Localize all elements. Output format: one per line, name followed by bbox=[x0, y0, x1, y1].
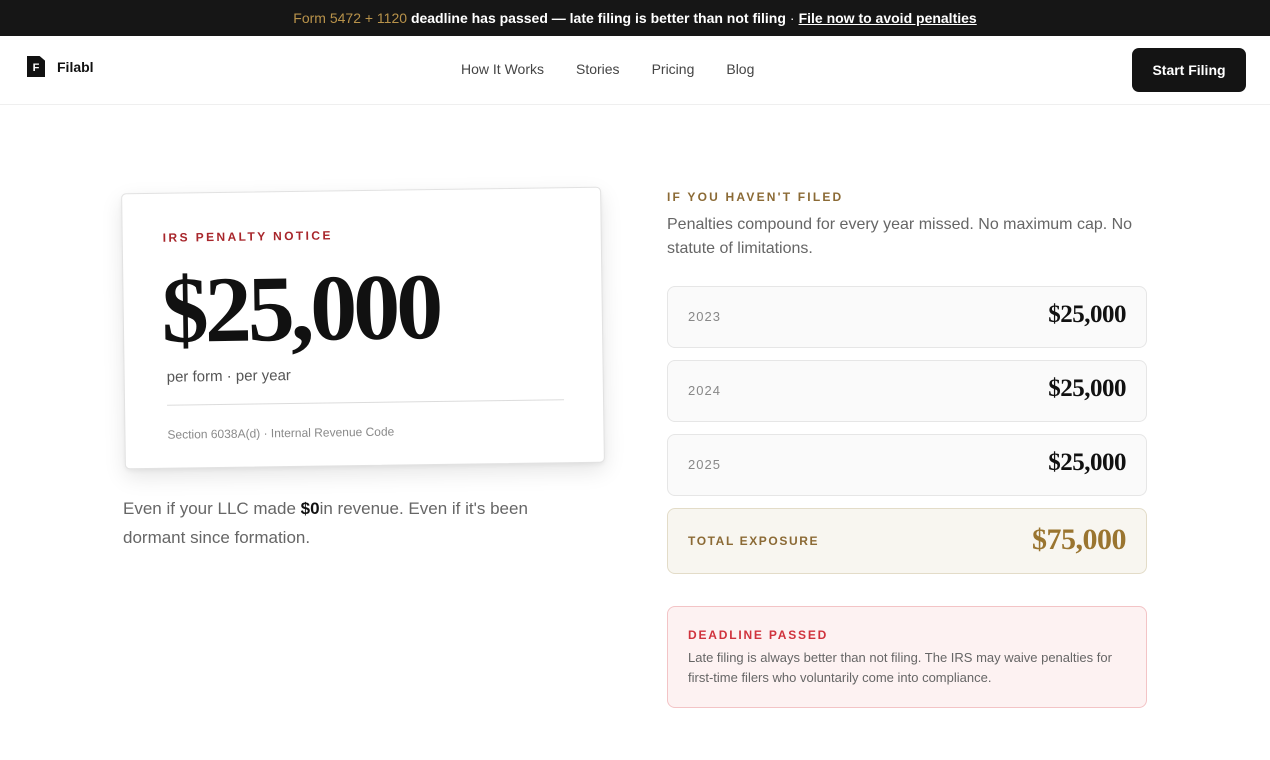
penalty-year: 2025 bbox=[688, 457, 721, 472]
penalty-row-2023: 2023 $25,000 bbox=[667, 286, 1147, 348]
exposure-section: IF YOU HAVEN'T FILED Penalties compound … bbox=[667, 190, 1147, 261]
nav-link-blog[interactable]: Blog bbox=[726, 61, 754, 77]
notice-divider bbox=[167, 399, 565, 406]
banner-file-link[interactable]: File now to avoid penalties bbox=[799, 10, 977, 26]
penalty-notice-card: IRS PENALTY NOTICE $25,000 per form · pe… bbox=[121, 186, 605, 470]
top-navigation: F Filabl How It Works Stories Pricing Bl… bbox=[0, 36, 1270, 105]
total-exposure-label: TOTAL EXPOSURE bbox=[688, 534, 820, 548]
penalty-amount: $25,000 bbox=[1048, 375, 1126, 402]
logo-mark-icon: F bbox=[27, 56, 45, 77]
logo-text: Filabl bbox=[57, 58, 94, 75]
deadline-alert-text: Late filing is always better than not fi… bbox=[688, 650, 1112, 685]
logo[interactable]: F Filabl bbox=[27, 56, 94, 77]
total-exposure-amount: $75,000 bbox=[1032, 523, 1127, 556]
left-description: Even if your LLC made $0in revenue. Even… bbox=[123, 494, 593, 552]
penalty-year: 2023 bbox=[688, 309, 721, 324]
notice-citation: Section 6038A(d) · Internal Revenue Code bbox=[167, 424, 395, 442]
nav-link-how-it-works[interactable]: How It Works bbox=[461, 61, 544, 77]
left-description-amount: $0 bbox=[300, 499, 320, 518]
exposure-eyebrow: IF YOU HAVEN'T FILED bbox=[667, 190, 844, 204]
nav-links: How It Works Stories Pricing Blog bbox=[445, 61, 770, 77]
notice-subtext: per form · per year bbox=[166, 367, 291, 386]
total-exposure-row: TOTAL EXPOSURE $75,000 bbox=[667, 508, 1147, 574]
left-description-before: Even if your LLC made bbox=[123, 499, 301, 518]
notice-label: IRS PENALTY NOTICE bbox=[162, 228, 333, 245]
penalty-amount: $25,000 bbox=[1048, 301, 1126, 328]
banner-forms: Form 5472 + 1120 bbox=[293, 10, 408, 26]
penalty-year: 2024 bbox=[688, 383, 721, 398]
banner-message: deadline has passed — late filing is bet… bbox=[410, 10, 786, 26]
penalty-amount: $25,000 bbox=[1048, 449, 1126, 476]
start-filing-button[interactable]: Start Filing bbox=[1132, 48, 1246, 92]
banner-separator: · bbox=[789, 10, 795, 26]
nav-link-stories[interactable]: Stories bbox=[576, 61, 620, 77]
deadline-alert-label: DEADLINE PASSED bbox=[688, 628, 829, 642]
notice-amount: $25,000 bbox=[161, 254, 440, 363]
announcement-banner: Form 5472 + 1120 deadline has passed — l… bbox=[0, 0, 1270, 36]
penalty-row-2024: 2024 $25,000 bbox=[667, 360, 1147, 422]
penalty-row-2025: 2025 $25,000 bbox=[667, 434, 1147, 496]
exposure-intro: Penalties compound for every year missed… bbox=[667, 216, 1133, 257]
deadline-alert: DEADLINE PASSED Late filing is always be… bbox=[667, 606, 1147, 708]
nav-link-pricing[interactable]: Pricing bbox=[652, 61, 695, 77]
